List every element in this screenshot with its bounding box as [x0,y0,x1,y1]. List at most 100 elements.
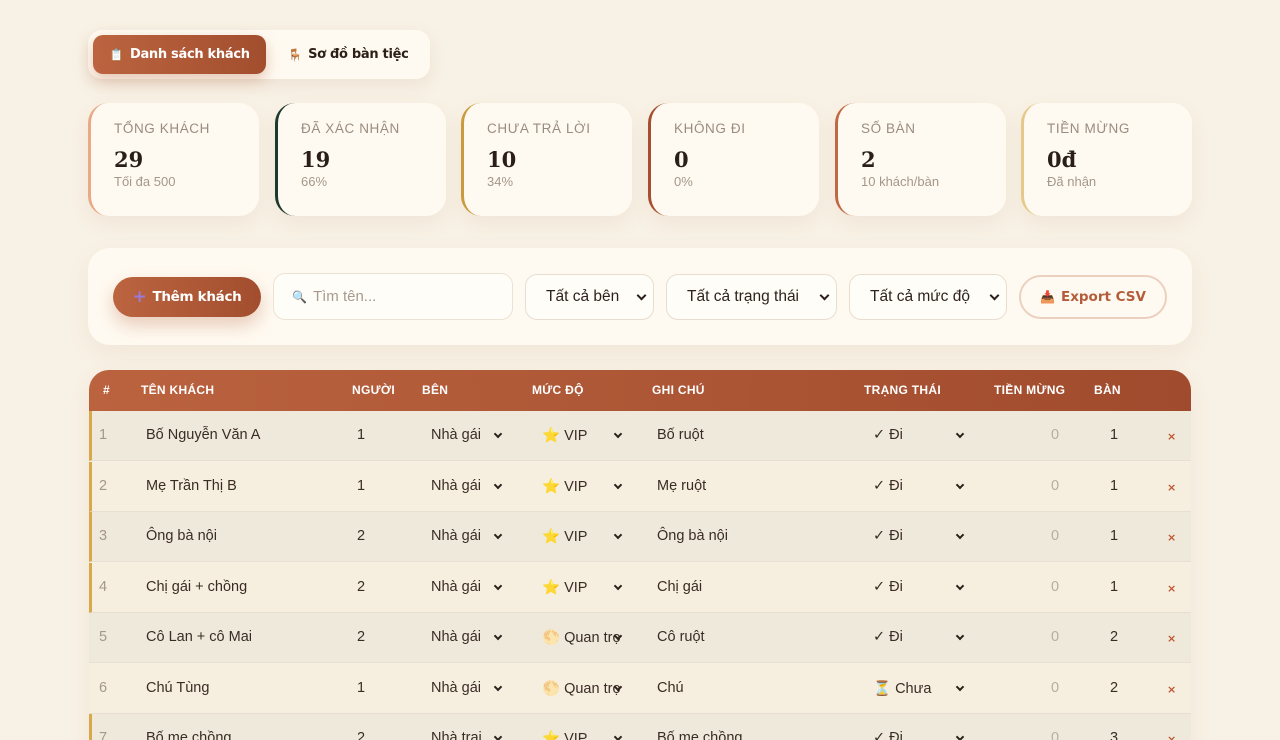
guest-note[interactable]: Bố mẹ chồng [657,730,742,740]
delete-icon[interactable]: × [1167,632,1176,645]
table-number[interactable]: 1 [1110,427,1118,443]
chevron-down-icon [613,732,623,740]
level-select[interactable]: ⭐ VIP [542,730,620,740]
level-select[interactable]: ⭐ VIP [542,528,620,545]
chevron-down-icon [819,290,830,301]
level-filter-select[interactable]: Tất cả mức độ [849,274,1007,320]
status-select[interactable]: ✓ Đi [873,528,903,544]
guest-name[interactable]: Ông bà nội [146,528,217,544]
search-input[interactable] [312,288,503,305]
delete-icon[interactable]: × [1167,582,1176,595]
chevron-down-icon [989,290,1000,301]
gift-money[interactable]: 0 [1051,427,1059,443]
level-select[interactable]: ⭐ VIP [542,579,620,596]
guest-note[interactable]: Ông bà nội [657,528,728,544]
level-filter-value: Tất cả mức độ [870,288,970,305]
guest-note[interactable]: Bố ruột [657,427,704,443]
people-count[interactable]: 2 [357,579,365,595]
stat-label: ĐÃ XÁC NHẬN [301,121,400,136]
stat-subtext: 0% [674,174,693,189]
people-count[interactable]: 1 [357,427,365,443]
chevron-down-icon [955,581,965,590]
export-csv-button[interactable]: 📥 Export CSV [1019,275,1167,319]
guest-note[interactable]: Chị gái [657,579,702,595]
col-header-people: NGƯỜI [352,383,396,397]
people-count[interactable]: 2 [357,528,365,544]
level-select[interactable]: ⭐ VIP [542,427,620,444]
side-select[interactable]: Nhà gái [431,478,481,494]
chevron-down-icon [493,581,503,590]
status-select[interactable]: ✓ Đi [873,579,903,595]
side-select[interactable]: Nhà gái [431,680,481,696]
delete-icon[interactable]: × [1167,430,1176,443]
people-count[interactable]: 2 [357,730,365,740]
table-row: 5 Cô Lan + cô Mai 2 Nhà gái 🌕 Quan trọng Cô r… [89,613,1191,663]
stat-subtext: 34% [487,174,514,189]
guest-name[interactable]: Cô Lan + cô Mai [146,629,252,645]
people-count[interactable]: 2 [357,629,365,645]
delete-icon[interactable]: × [1167,683,1176,696]
table-number[interactable]: 3 [1110,730,1118,740]
gift-money[interactable]: 0 [1051,528,1059,544]
status-select[interactable]: ✓ Đi [873,427,903,443]
guest-note[interactable]: Cô ruột [657,629,705,645]
guest-note[interactable]: Mẹ ruột [657,478,706,494]
table-number[interactable]: 2 [1110,629,1118,645]
tab-seating-chart[interactable]: 🪑 Sơ đồ bàn tiệc [278,35,418,74]
status-select[interactable]: ✓ Đi [873,629,903,645]
export-label: Export CSV [1060,289,1146,305]
guest-name[interactable]: Bố Nguyễn Văn A [146,427,260,443]
stat-card: SỐ BÀN 2 10 khách/bàn [835,103,1006,216]
side-select[interactable]: Nhà gái [431,629,481,645]
table-number[interactable]: 1 [1110,528,1118,544]
side-select[interactable]: Nhà gái [431,579,481,595]
delete-icon[interactable]: × [1167,481,1176,494]
row-index: 1 [99,427,108,443]
chevron-down-icon [955,429,965,439]
side-filter-select[interactable]: Tất cả bên [525,274,654,320]
guest-name[interactable]: Bố mẹ chồng [146,730,231,740]
level-select[interactable]: 🌕 Quan trọng [542,629,620,646]
table-row: 6 Chú Tùng 1 Nhà gái 🌕 Quan trọng Chú ⏳ Chưa 0 2… [89,663,1191,714]
chevron-down-icon [493,732,503,740]
guest-note[interactable]: Chú [657,680,684,696]
side-select[interactable]: Nhà trai [431,730,482,740]
table-number[interactable]: 2 [1110,680,1118,696]
status-select[interactable]: ⏳ Chưa [873,680,931,697]
status-select[interactable]: ✓ Đi [873,478,903,494]
add-guest-label: Thêm khách [152,289,242,305]
guest-name[interactable]: Chú Tùng [146,680,209,696]
table-number[interactable]: 1 [1110,579,1118,595]
guest-name[interactable]: Mẹ Trần Thị B [146,478,237,494]
chevron-down-icon [955,682,965,691]
tab-guest-list[interactable]: 📋 Danh sách khách [93,35,266,74]
stat-subtext: 66% [301,174,328,189]
row-index: 4 [99,578,108,595]
guest-name[interactable]: Chị gái + chồng [146,579,247,595]
people-count[interactable]: 1 [357,680,365,696]
table-row: 1 Bố Nguyễn Văn A 1 Nhà gái ⭐ VIP Bố ruột ✓ Đi… [89,411,1191,461]
status-select[interactable]: ✓ Đi [873,730,903,740]
table-number[interactable]: 1 [1110,478,1118,494]
toolbar: + Thêm khách 🔍 Tất cả bên Tất cả trạng t… [88,248,1192,345]
gift-money[interactable]: 0 [1051,730,1059,740]
gift-money[interactable]: 0 [1051,478,1059,494]
row-index: 2 [99,477,108,494]
level-select[interactable]: 🌕 Quan trọng [542,680,620,697]
gift-money[interactable]: 0 [1051,579,1059,595]
stat-card: TIỀN MỪNG 0đ Đã nhận [1021,103,1192,216]
row-index: 5 [99,629,108,645]
stat-value: 29 [114,147,144,172]
gift-money[interactable]: 0 [1051,680,1059,696]
side-select[interactable]: Nhà gái [431,528,481,544]
people-count[interactable]: 1 [357,478,365,494]
delete-icon[interactable]: × [1167,733,1176,740]
plus-icon: + [132,287,147,307]
delete-icon[interactable]: × [1167,531,1176,544]
status-filter-select[interactable]: Tất cả trạng thái [666,274,837,320]
level-select[interactable]: ⭐ VIP [542,478,620,495]
side-select[interactable]: Nhà gái [431,427,481,443]
row-index: 3 [99,528,108,544]
gift-money[interactable]: 0 [1051,629,1059,645]
add-guest-button[interactable]: + Thêm khách [113,277,261,317]
